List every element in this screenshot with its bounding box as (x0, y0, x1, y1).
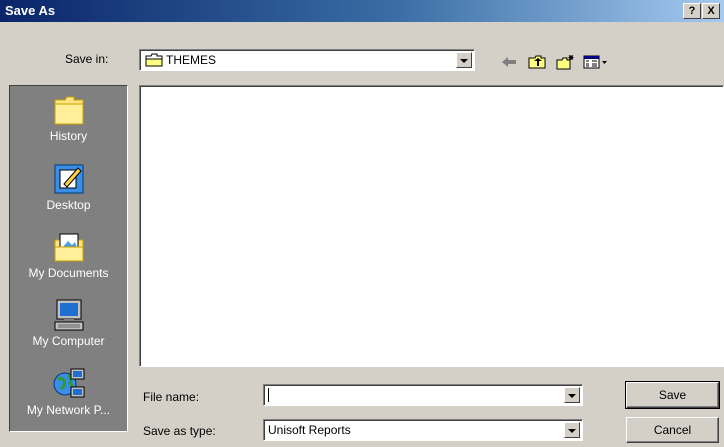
up-one-level-icon[interactable] (527, 54, 547, 70)
file-name-input[interactable] (263, 384, 583, 406)
place-my-computer-label: My Computer (32, 334, 105, 348)
back-arrow-icon[interactable] (499, 54, 519, 70)
place-my-computer[interactable]: My Computer (10, 298, 127, 348)
my-documents-icon (54, 233, 83, 262)
network-places-icon (53, 368, 84, 398)
chevron-down-icon[interactable] (564, 387, 580, 403)
window-title: Save As (5, 3, 56, 18)
title-bar[interactable]: Save As ? X (0, 0, 724, 22)
place-desktop-label: Desktop (46, 198, 91, 212)
save-type-dropdown[interactable]: Unisoft Reports (263, 419, 583, 441)
places-bar: History Desktop My Documents My Computer (9, 85, 128, 432)
save-type-label: Save as type: (143, 424, 216, 438)
cancel-button[interactable]: Cancel (626, 417, 719, 443)
new-folder-icon[interactable] (555, 54, 575, 70)
close-button[interactable]: X (702, 3, 720, 19)
chevron-down-icon[interactable] (564, 422, 580, 438)
place-my-network-label: My Network P... (26, 403, 111, 417)
views-menu-icon[interactable] (583, 54, 609, 70)
place-history[interactable]: History (10, 93, 127, 143)
file-name-label: File name: (143, 390, 200, 404)
chevron-down-icon[interactable] (456, 52, 472, 68)
save-in-dropdown[interactable]: THEMES (139, 49, 475, 71)
my-computer-icon (54, 299, 83, 331)
file-list[interactable] (139, 85, 724, 367)
help-button[interactable]: ? (683, 3, 701, 19)
desktop-icon (54, 164, 83, 194)
text-cursor (268, 388, 269, 402)
save-type-value: Unisoft Reports (268, 423, 351, 437)
history-folder-icon (54, 96, 83, 125)
save-button[interactable]: Save (625, 381, 720, 409)
save-in-value: THEMES (166, 53, 217, 67)
save-in-label: Save in: (65, 52, 109, 66)
place-my-documents-label: My Documents (28, 266, 109, 280)
place-history-label: History (49, 129, 88, 143)
place-desktop[interactable]: Desktop (10, 162, 127, 212)
place-my-network[interactable]: My Network P... (10, 367, 127, 417)
place-my-documents[interactable]: My Documents (10, 230, 127, 280)
folder-icon (145, 53, 163, 67)
